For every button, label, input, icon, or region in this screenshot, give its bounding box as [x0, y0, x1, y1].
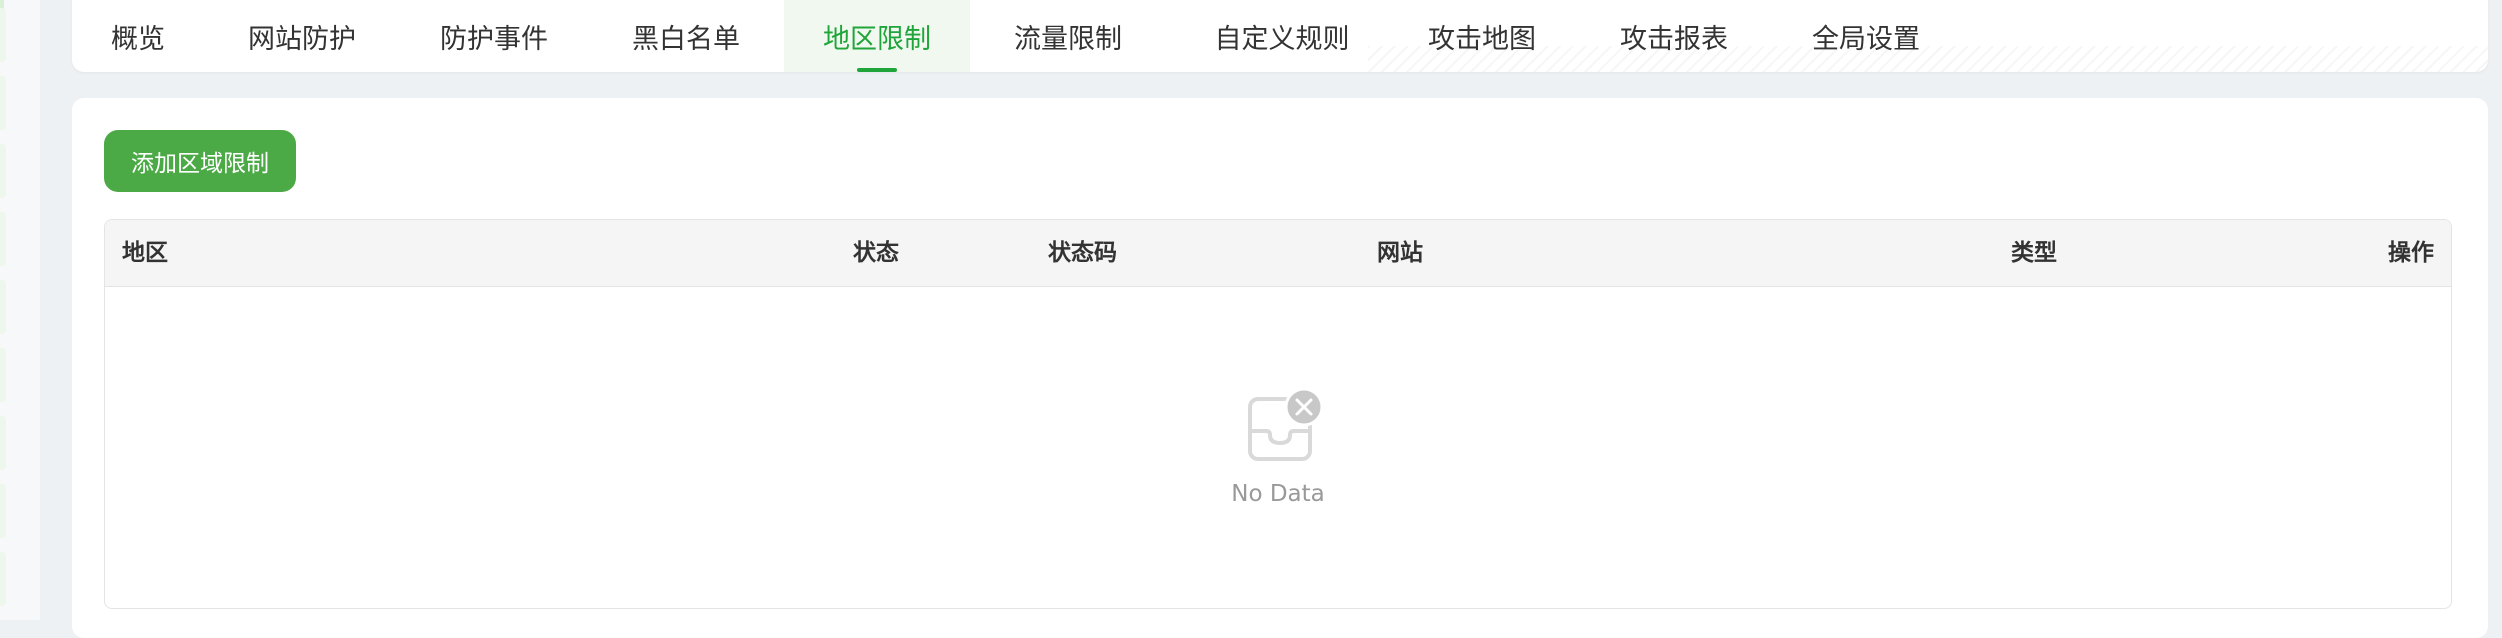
tab-overview[interactable]: 概览 — [98, 0, 178, 72]
tab-attack-map[interactable]: 攻击地图 — [1412, 0, 1552, 72]
empty-state-text: No Data — [1231, 481, 1325, 507]
sidebar-notch — [0, 76, 6, 130]
sidebar-notch — [0, 348, 6, 402]
region-rules-table: 地区 状态 状态码 网站 类型 操作 No Data — [104, 219, 2452, 609]
tab-protection-events[interactable]: 防护事件 — [424, 0, 564, 72]
empty-inbox-icon — [1248, 389, 1324, 461]
column-header-website: 网站 — [1377, 240, 1423, 266]
module-tab-bar: 概览 网站防护 防护事件 黑白名单 地区限制 流量限制 自定义规则 攻击地图 攻… — [72, 0, 2488, 72]
sidebar-notch — [0, 212, 6, 266]
tab-black-white-list[interactable]: 黑白名单 — [616, 0, 756, 72]
tab-region-restriction[interactable]: 地区限制 — [784, 0, 970, 72]
table-header: 地区 状态 状态码 网站 类型 操作 — [105, 220, 2451, 287]
column-header-status-code: 状态码 — [1048, 240, 1117, 266]
add-region-restriction-button[interactable]: 添加区域限制 — [104, 130, 296, 192]
column-header-region: 地区 — [122, 240, 168, 266]
sidebar-notch — [0, 552, 6, 606]
column-header-actions: 操作 — [2388, 240, 2434, 266]
column-header-type: 类型 — [2011, 240, 2057, 266]
tab-traffic-limit[interactable]: 流量限制 — [998, 0, 1138, 72]
tab-site-protection[interactable]: 网站防护 — [232, 0, 372, 72]
sidebar-edge — [0, 0, 40, 620]
empty-state: No Data — [105, 287, 2451, 608]
tab-global-settings[interactable]: 全局设置 — [1796, 0, 1936, 72]
sidebar-notch — [0, 280, 6, 334]
sidebar-notch — [0, 8, 6, 62]
sidebar-notch — [0, 416, 6, 470]
sidebar-notch — [0, 484, 6, 538]
sidebar-notch — [0, 144, 6, 198]
tab-attack-report[interactable]: 攻击报表 — [1604, 0, 1744, 72]
region-restriction-panel: 添加区域限制 地区 状态 状态码 网站 类型 操作 No Data — [72, 98, 2488, 638]
tab-custom-rules[interactable]: 自定义规则 — [1196, 0, 1368, 72]
column-header-status: 状态 — [853, 240, 899, 266]
